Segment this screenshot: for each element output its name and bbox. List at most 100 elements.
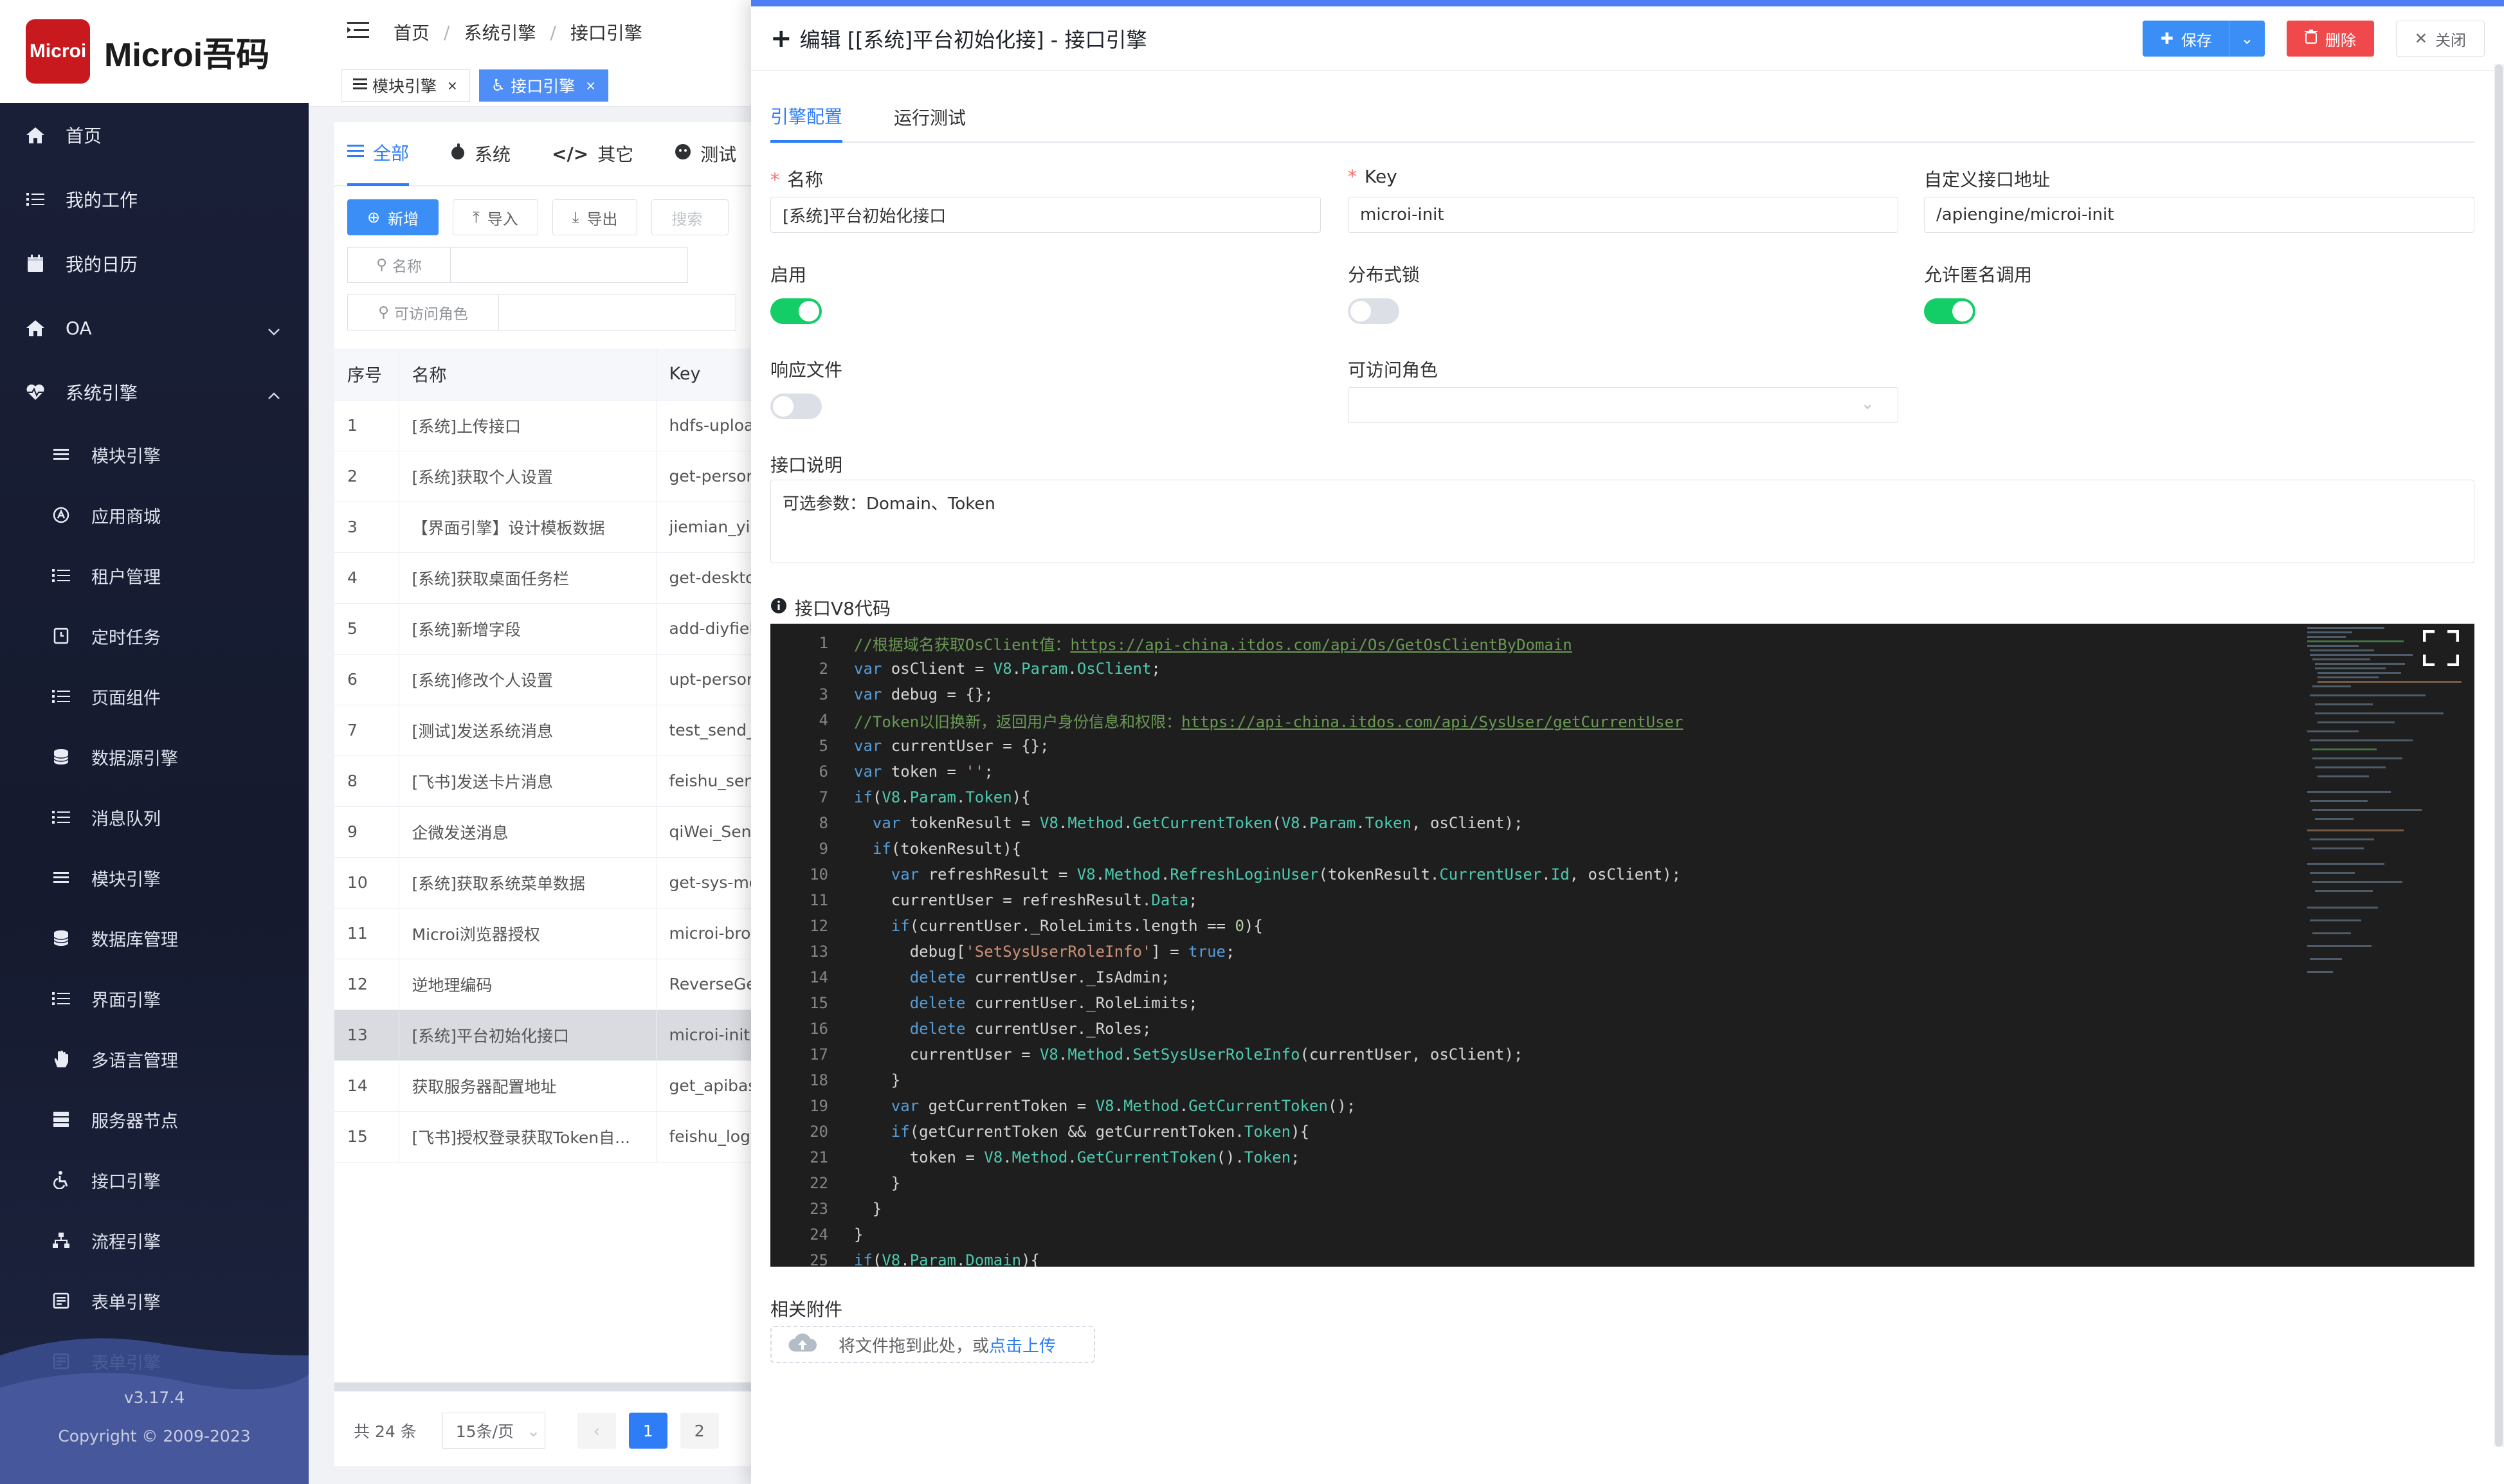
code-line[interactable]: 16 delete currentUser._Roles; (770, 1016, 2442, 1042)
tag-close-icon[interactable]: × (447, 78, 458, 93)
save-dropdown-chevron-icon[interactable]: ⌄ (2228, 21, 2265, 57)
table-row[interactable]: 1 [系统]上传接口 hdfs-upload (334, 400, 797, 451)
description-textarea[interactable]: 可选参数：Domain、Token (770, 480, 2474, 563)
col-name[interactable]: 名称 (399, 348, 657, 401)
code-line[interactable]: 25 if(V8.Param.Domain){ (770, 1247, 2442, 1267)
sidebar-item-4[interactable]: 系统引擎 (0, 360, 309, 424)
breadcrumb-home[interactable]: 首页 (394, 19, 430, 45)
distributed-lock-switch[interactable] (1348, 298, 1399, 324)
tag-close-icon[interactable]: × (585, 78, 596, 93)
table-row[interactable]: 4 [系统]获取桌面任务栏 get-desktop (334, 552, 797, 604)
sidebar-subitem-12[interactable]: 接口引擎 (0, 1150, 309, 1210)
code-line[interactable]: 11 currentUser = refreshResult.Data; (770, 887, 2442, 913)
tab-run-test[interactable]: 运行测试 (894, 104, 966, 141)
page-1-button[interactable]: 1 (628, 1413, 667, 1449)
tab-other[interactable]: </> 其它 (552, 122, 633, 186)
sidebar-subitem-6[interactable]: 消息队列 (0, 787, 309, 847)
code-line[interactable]: 5 var currentUser = {}; (770, 733, 2442, 759)
page-2-button[interactable]: 2 (680, 1413, 719, 1449)
tab-system[interactable]: 系统 (450, 122, 511, 186)
table-row[interactable]: 14 获取服务器配置地址 get_apibase (334, 1060, 797, 1112)
sidebar-subitem-0[interactable]: 模块引擎 (0, 424, 309, 485)
table-row[interactable]: 13 [系统]平台初始化接口 microi-init (334, 1009, 797, 1061)
response-file-switch[interactable] (770, 394, 822, 419)
scrollbar-thumb[interactable] (2495, 64, 2503, 1447)
code-line[interactable]: 22 } (770, 1170, 2442, 1196)
table-row[interactable]: 2 [系统]获取个人设置 get-personal (334, 451, 797, 502)
menu-toggle-icon[interactable] (347, 21, 369, 44)
code-line[interactable]: 2 var osClient = V8.Param.OsClient; (770, 656, 2442, 682)
custom-url-input[interactable]: /apiengine/microi-init (1924, 197, 2474, 233)
code-line[interactable]: 20 if(getCurrentToken && getCurrentToken… (770, 1119, 2442, 1145)
close-button[interactable]: ✕ 关闭 (2395, 21, 2485, 57)
sidebar-item-0[interactable]: 首页 (0, 103, 309, 167)
code-line[interactable]: 6 var token = ''; (770, 759, 2442, 784)
code-line[interactable]: 21 token = V8.Method.GetCurrentToken().T… (770, 1145, 2442, 1170)
add-button[interactable]: ⊕ 新增 (347, 199, 439, 235)
code-line[interactable]: 17 currentUser = V8.Method.SetSysUserRol… (770, 1042, 2442, 1067)
sidebar-subitem-8[interactable]: 数据库管理 (0, 908, 309, 968)
code-line[interactable]: 18 } (770, 1067, 2442, 1093)
key-input[interactable]: microi-init (1348, 197, 1898, 233)
code-line[interactable]: 12 if(currentUser._RoleLimits.length == … (770, 913, 2442, 939)
save-button[interactable]: ✚ 保存 ⌄ (2142, 21, 2265, 57)
code-line[interactable]: 10 var refreshResult = V8.Method.Refresh… (770, 862, 2442, 887)
drawer-vertical-scrollbar[interactable] (2494, 64, 2504, 1447)
import-button[interactable]: ⤒ 导入 (453, 199, 538, 235)
sidebar-subitem-1[interactable]: 应用商城 (0, 485, 309, 545)
code-line[interactable]: 1 //根据域名获取OsClient值：https://api-china.itd… (770, 630, 2442, 656)
tab-test[interactable]: 测试 (675, 122, 736, 186)
code-line[interactable]: 3 var debug = {}; (770, 682, 2442, 707)
code-line[interactable]: 4 //Token以旧换新，返回用户身份信息和权限：https://api-chi… (770, 707, 2442, 733)
table-row[interactable]: 10 [系统]获取系统菜单数据 get-sys-menu (334, 857, 797, 909)
tab-all[interactable]: 全部 (347, 122, 410, 186)
prev-page-button[interactable]: ‹ (577, 1413, 616, 1449)
sidebar-subitem-13[interactable]: 流程引擎 (0, 1210, 309, 1271)
sidebar-subitem-2[interactable]: 租户管理 (0, 545, 309, 606)
code-editor[interactable]: 25 if(V8.Param.Domain){24} 23 } 22 } 21 toke… (770, 624, 2474, 1267)
code-minimap[interactable] (2301, 624, 2462, 984)
code-line[interactable]: 13 debug['SetSysUserRoleInfo'] = true; (770, 939, 2442, 964)
upload-dropzone[interactable]: 将文件拖到此处，或 点击上传 (770, 1326, 1095, 1363)
export-button[interactable]: ⤓ 导出 (552, 199, 638, 235)
horizontal-scrollbar[interactable] (334, 1382, 797, 1391)
search-input[interactable]: 搜索 (651, 199, 729, 235)
accessible-roles-select[interactable]: ⌄ (1348, 387, 1898, 423)
enable-switch[interactable] (770, 298, 822, 324)
name-input[interactable]: [系统]平台初始化接口 (770, 197, 1321, 233)
table-row[interactable]: 7 [测试]发送系统消息 test_send_msg (334, 705, 797, 756)
delete-button[interactable]: 删除 (2286, 21, 2374, 57)
table-row[interactable]: 8 [飞书]发送卡片消息 feishu_send (334, 756, 797, 807)
sidebar-subitem-7[interactable]: 模块引擎 (0, 847, 309, 908)
code-line[interactable]: 15 delete currentUser._RoleLimits; (770, 990, 2442, 1016)
anonymous-call-switch[interactable] (1924, 298, 1975, 324)
sidebar-subitem-10[interactable]: 多语言管理 (0, 1029, 309, 1089)
code-line[interactable]: 14 delete currentUser._IsAdmin; (770, 964, 2442, 990)
tag-api-engine[interactable]: ♿ 接口引擎 × (478, 69, 608, 102)
sidebar-subitem-3[interactable]: 定时任务 (0, 606, 309, 666)
code-line[interactable]: 23 } (770, 1196, 2442, 1222)
breadcrumb-system-engine[interactable]: 系统引擎 (464, 19, 536, 45)
table-row[interactable]: 9 企微发送消息 qiWei_Send (334, 806, 797, 858)
col-index[interactable]: 序号 (334, 348, 399, 401)
sidebar-subitem-4[interactable]: 页面组件 (0, 666, 309, 727)
table-row[interactable]: 15 [飞书]授权登录获取Token自... feishu_login (334, 1111, 797, 1163)
filter-role-input[interactable] (498, 294, 736, 330)
sidebar-subitem-5[interactable]: 数据源引擎 (0, 727, 309, 787)
filter-name-input[interactable] (450, 247, 688, 283)
table-row[interactable]: 12 逆地理编码 ReverseGeo (334, 959, 797, 1010)
code-line[interactable]: 8 var tokenResult = V8.Method.GetCurrent… (770, 810, 2442, 836)
table-row[interactable]: 5 [系统]新增字段 add-diyfield (334, 603, 797, 655)
fullscreen-icon[interactable] (2423, 630, 2459, 666)
code-line[interactable]: 9 if(tokenResult){ (770, 836, 2442, 862)
logo-area[interactable]: Microi Microi吾码 (0, 0, 309, 103)
table-row[interactable]: 3 【界面引擎】设计模板数据 jiemian_yinqing (334, 502, 797, 553)
sidebar-item-3[interactable]: OA (0, 296, 309, 360)
table-row[interactable]: 11 Microi浏览器授权 microi-browser (334, 908, 797, 959)
code-line[interactable]: 7 if(V8.Param.Token){ (770, 784, 2442, 810)
code-line[interactable]: 24} (770, 1222, 2442, 1247)
sidebar-item-1[interactable]: 我的工作 (0, 167, 309, 231)
tag-module-engine[interactable]: 模块引擎 × (341, 69, 470, 102)
sidebar-subitem-14[interactable]: 表单引擎 (0, 1271, 309, 1331)
table-row[interactable]: 6 [系统]修改个人设置 upt-personal (334, 654, 797, 705)
